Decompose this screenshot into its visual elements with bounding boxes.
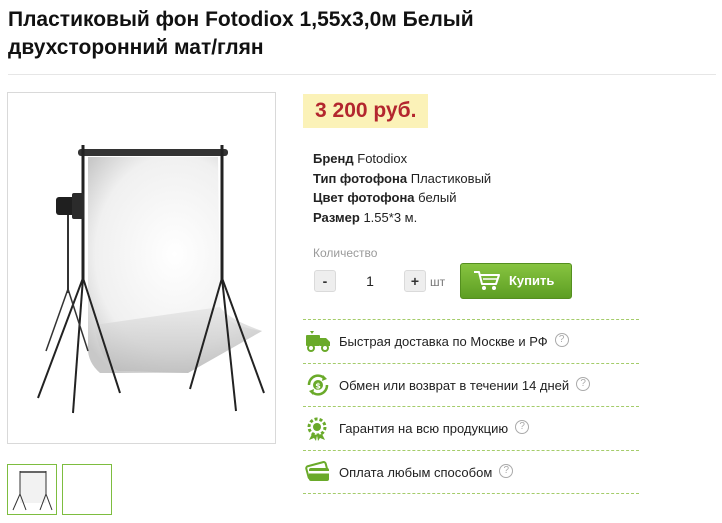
spec-value: 1.55*3 м.	[363, 209, 418, 225]
feature-item: $ Обмен или возврат в течении 14 дней?	[303, 362, 639, 407]
product-title: Пластиковый фон Fotodiox 1,55x3,0м Белый…	[8, 6, 708, 62]
thumbnail-stand-image	[12, 471, 53, 511]
feature-item: Гарантия на всю продукцию?	[303, 406, 639, 450]
buy-button[interactable]: Купить	[460, 263, 572, 299]
warranty-badge-icon	[307, 417, 327, 441]
spec-value: Fotodiox	[357, 151, 408, 166]
shopping-cart-icon	[474, 271, 500, 290]
buy-button-label: Купить	[509, 273, 555, 288]
refund-icon: $	[307, 373, 329, 396]
title-divider	[8, 74, 716, 75]
thumbnail-1[interactable]	[7, 464, 57, 515]
feature-warranty-text: Гарантия на всю продукцию?	[339, 420, 530, 436]
backdrop-stand-photo	[37, 145, 265, 414]
quantity-increase-button[interactable]: +	[404, 270, 426, 292]
help-icon[interactable]: ?	[499, 463, 514, 478]
spec-key: Размер	[313, 209, 360, 225]
help-icon[interactable]: ?	[576, 376, 591, 391]
features-list: Быстрая доставка по Москве и РФ? $ Обмен…	[303, 319, 639, 494]
thumbnail-2[interactable]	[62, 464, 112, 515]
quantity-input[interactable]	[346, 272, 394, 290]
quantity-label: Количество	[313, 246, 378, 260]
features-bottom-divider	[303, 493, 639, 494]
feature-item: Быстрая доставка по Москве и РФ?	[303, 319, 639, 363]
spec-row: Тип фотофона Пластиковый	[313, 169, 491, 189]
quantity-decrease-button[interactable]: -	[314, 270, 336, 292]
product-title-line-1: Пластиковый фон Fotodiox 1,55x3,0м Белый	[8, 8, 474, 31]
specs-list: Бренд Fotodiox Тип фотофона Пластиковый …	[313, 149, 491, 227]
spec-row: Цвет фотофона белый	[313, 188, 491, 208]
help-icon[interactable]: ?	[554, 333, 569, 347]
spec-key: Бренд	[313, 151, 354, 166]
price-badge: 3 200 руб.	[303, 94, 429, 128]
feature-payment-text: Оплата любым способом?	[339, 463, 514, 480]
feature-return-text: Обмен или возврат в течении 14 дней?	[339, 376, 591, 393]
svg-text:$: $	[315, 381, 321, 390]
spec-key: Тип фотофона	[313, 170, 408, 186]
feature-delivery-text: Быстрая доставка по Москве и РФ?	[339, 333, 569, 349]
spec-row: Размер 1.55*3 м.	[313, 208, 491, 228]
feature-item: Оплата любым способом?	[303, 449, 639, 494]
spec-row: Бренд Fotodiox	[313, 149, 491, 169]
payment-card-icon	[305, 460, 330, 481]
product-title-line-2: двухсторонний мат/глян	[8, 36, 264, 59]
help-icon[interactable]: ?	[515, 420, 530, 434]
spec-value: Пластиковый	[410, 170, 492, 186]
spec-key: Цвет фотофона	[313, 190, 415, 205]
spec-value: белый	[418, 190, 457, 205]
product-main-image[interactable]	[7, 92, 276, 444]
delivery-truck-icon	[306, 331, 330, 352]
quantity-unit: шт	[430, 275, 446, 289]
